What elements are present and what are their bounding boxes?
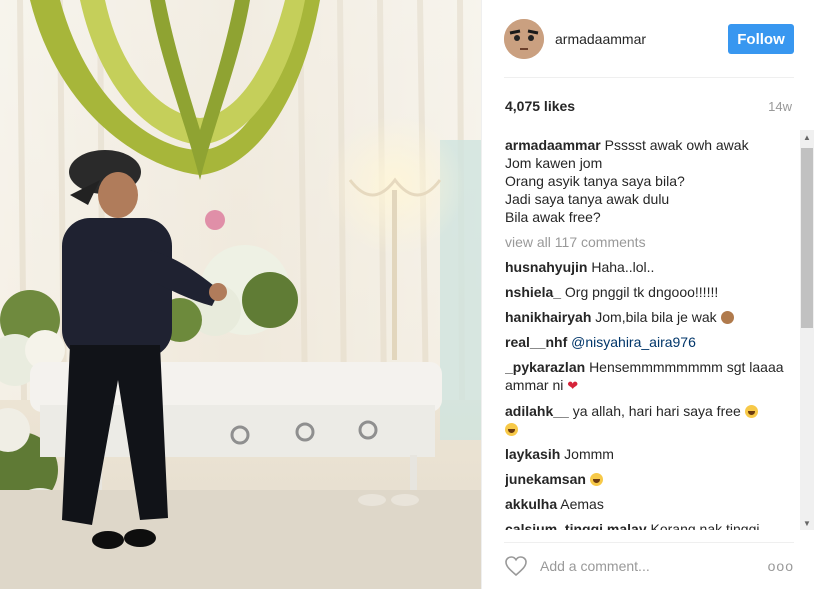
follow-button[interactable]: Follow xyxy=(728,24,794,54)
post-caption: armadaammar Psssst awak owh awak Jom kaw… xyxy=(505,136,795,226)
footer-divider xyxy=(504,542,794,543)
caption-line: Psssst awak owh awak xyxy=(604,137,749,153)
comment-text: ya allah, hari hari saya free xyxy=(572,403,741,419)
comment-text: Korang nak tinggi xyxy=(650,521,760,530)
comment-username[interactable]: _pykarazlan xyxy=(505,359,585,375)
post-header: armadaammar Follow xyxy=(504,16,794,62)
post-details-panel: armadaammar Follow 4,075 likes 14w armad… xyxy=(481,0,814,589)
comment-item: calsium_tinggi.malay Korang nak tinggi xyxy=(505,520,795,530)
caption-line: Bila awak free? xyxy=(505,209,601,225)
comment-item: nshiela_ Org pnggil tk dngooo!!!!!! xyxy=(505,283,795,301)
header-divider xyxy=(504,77,794,78)
comment-username[interactable]: husnahyujin xyxy=(505,259,587,275)
caption-line: Jom kawen jom xyxy=(505,155,603,171)
comment-username[interactable]: calsium_tinggi.malay xyxy=(505,521,647,530)
scroll-down-arrow-icon[interactable]: ▼ xyxy=(800,516,814,530)
view-all-comments-link[interactable]: view all 117 comments xyxy=(505,233,795,251)
comments-scrollbar[interactable]: ▲ ▼ xyxy=(800,130,814,530)
comment-text: Jom,bila bila je wak xyxy=(595,309,717,325)
caption-line: Orang asyik tanya saya bila? xyxy=(505,173,685,189)
photo-image xyxy=(0,0,481,589)
comment-item: laykasih Jommm xyxy=(505,445,795,463)
comment-text: Jommm xyxy=(564,446,614,462)
comment-username[interactable]: junekamsan xyxy=(505,471,586,487)
comments-list[interactable]: armadaammar Psssst awak owh awak Jom kaw… xyxy=(505,130,795,530)
comment-item: real__nhf @nisyahira_aira976 xyxy=(505,333,795,351)
comment-username[interactable]: real__nhf xyxy=(505,334,567,350)
scrollbar-thumb[interactable] xyxy=(801,148,813,328)
add-comment-input[interactable] xyxy=(540,558,750,574)
post-username[interactable]: armadaammar xyxy=(555,31,646,47)
laughing-emoji-icon xyxy=(744,405,758,418)
comment-username[interactable]: adilahk__ xyxy=(505,403,569,419)
more-options-icon[interactable]: ooo xyxy=(768,558,794,574)
comment-mention-link[interactable]: @nisyahira_aira976 xyxy=(571,334,696,350)
comment-item: husnahyujin Haha..lol.. xyxy=(505,258,795,276)
comment-username[interactable]: nshiela_ xyxy=(505,284,561,300)
likes-count[interactable]: 4,075 likes xyxy=(505,98,575,114)
post-photo[interactable] xyxy=(0,0,481,589)
comment-item: akkulha Aemas xyxy=(505,495,795,513)
comment-text: Aemas xyxy=(560,496,604,512)
comment-item: hanikhairyah Jom,bila bila je wak xyxy=(505,308,795,326)
comment-item: junekamsan xyxy=(505,470,795,488)
comment-item: adilahk__ ya allah, hari hari saya free xyxy=(505,402,795,438)
comment-item: _pykarazlan Hensemmmmmmmm sgt laaaa amma… xyxy=(505,358,795,395)
heart-outline-icon[interactable] xyxy=(504,554,528,578)
laughing-emoji-icon xyxy=(589,473,603,486)
comment-footer: ooo xyxy=(504,552,794,580)
laughing-emoji-icon xyxy=(505,423,518,436)
caption-line: Jadi saya tanya awak dulu xyxy=(505,191,670,207)
comment-text: Org pnggil tk dngooo!!!!!! xyxy=(564,284,719,300)
post-time[interactable]: 14w xyxy=(768,99,792,114)
comment-username[interactable]: akkulha xyxy=(505,496,557,512)
scroll-up-arrow-icon[interactable]: ▲ xyxy=(800,130,814,144)
hearts-emoji-icon: ❤ xyxy=(567,378,579,393)
comment-username[interactable]: hanikhairyah xyxy=(505,309,591,325)
comment-username[interactable]: laykasih xyxy=(505,446,560,462)
avatar[interactable] xyxy=(504,19,544,59)
see-no-evil-monkey-emoji-icon xyxy=(720,311,734,324)
comment-text: Haha..lol.. xyxy=(591,259,655,275)
caption-username[interactable]: armadaammar xyxy=(505,137,601,153)
